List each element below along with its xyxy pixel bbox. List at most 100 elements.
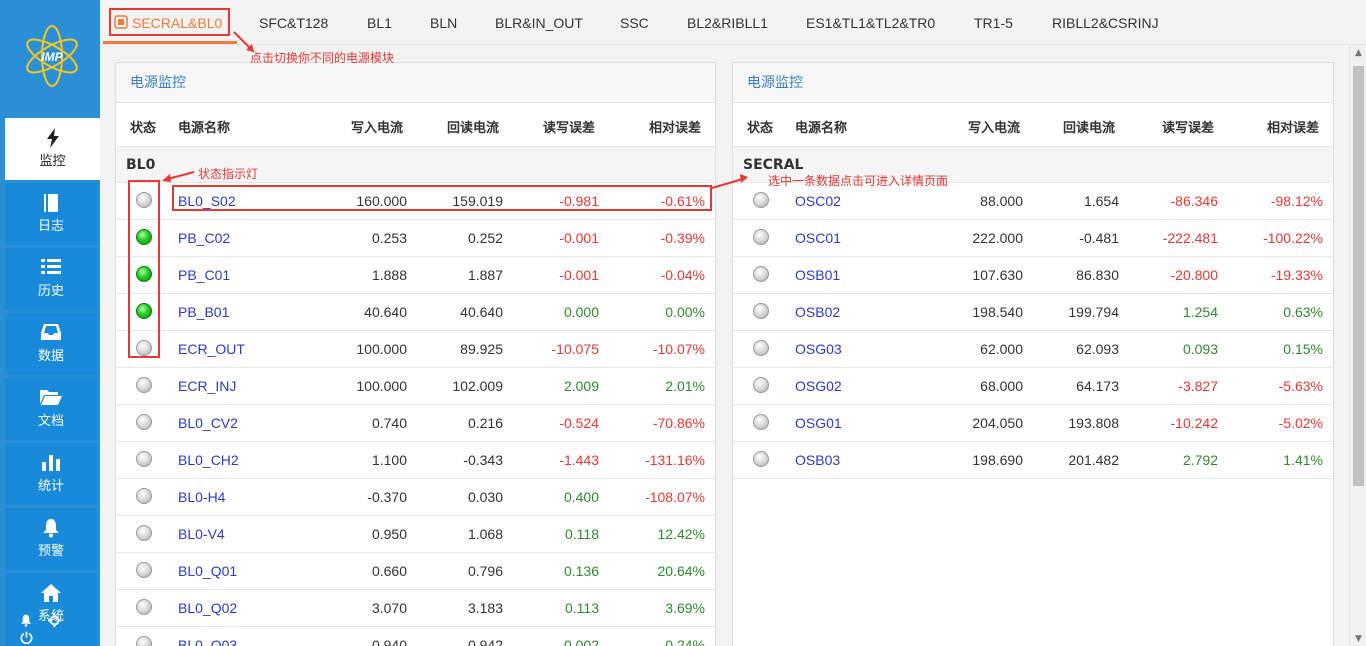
col-write: 写入电流	[351, 121, 404, 136]
nav-monitor[interactable]: 监控	[5, 118, 100, 180]
status-annotation-arrow	[162, 171, 195, 182]
table-row[interactable]: OSC01 222.000 -0.481 -222.481 -100.22%	[733, 220, 1333, 257]
sidebar-bottom-icons	[14, 614, 94, 645]
tab-bl2-ribll1[interactable]: BL2&RIBLL1	[687, 0, 768, 45]
nav-log[interactable]: 日志	[5, 183, 97, 245]
device-name-link[interactable]: BL0_Q03	[178, 637, 237, 646]
scroll-down-arrow[interactable]: ▼	[1354, 634, 1363, 644]
device-name-link[interactable]: OSC02	[795, 193, 841, 209]
table-row[interactable]: OSB03 198.690 201.482 2.792 1.41%	[733, 442, 1333, 479]
device-name-link[interactable]: OSG02	[795, 378, 842, 394]
bell-icon[interactable]	[14, 614, 38, 631]
col-readback: 回读电流	[447, 121, 500, 136]
write-current: 204.050	[972, 415, 1023, 431]
status-indicator-icon	[753, 192, 769, 208]
tab-bl1[interactable]: BL1	[367, 0, 392, 45]
gear-icon[interactable]	[42, 614, 66, 631]
device-name-link[interactable]: BL0_CH2	[178, 452, 239, 468]
table-row[interactable]: OSB01 107.630 86.830 -20.800 -19.33%	[733, 257, 1333, 294]
table-row[interactable]: PB_C01 1.888 1.887 -0.001 -0.04%	[116, 257, 715, 294]
write-current: 100.000	[356, 341, 407, 357]
nav-history[interactable]: 历史	[5, 248, 97, 310]
home-icon	[5, 573, 97, 602]
tab-es1-tl1-tl2-tr0[interactable]: ES1&TL1&TL2&TR0	[806, 0, 935, 45]
device-name-link[interactable]: OSG01	[795, 415, 842, 431]
rw-error: -0.001	[559, 267, 599, 283]
device-name-link[interactable]: BL0_Q01	[178, 563, 237, 579]
tab-sfc-t128[interactable]: SFC&T128	[259, 0, 328, 45]
device-name-link[interactable]: BL0-V4	[178, 526, 225, 542]
tab-highlight-box	[109, 8, 230, 36]
device-name-link[interactable]: OSG03	[795, 341, 842, 357]
readback-current: -0.481	[1079, 230, 1119, 246]
table-row[interactable]: BL0-V4 0.950 1.068 0.118 12.42%	[116, 516, 715, 553]
module-tabbar: SECRAL&BL0 SFC&T128 BL1 BLN BLR&IN_OUT S…	[100, 0, 1366, 45]
write-current: 222.000	[972, 230, 1023, 246]
device-name-link[interactable]: OSB01	[795, 267, 840, 283]
col-status: 状态	[747, 121, 774, 136]
row-hint-annotation: 选中一条数据点击可进入详情页面	[768, 174, 949, 188]
tab-ssc[interactable]: SSC	[620, 0, 649, 45]
status-indicator-icon	[136, 488, 152, 504]
relative-error: 3.69%	[665, 600, 705, 616]
relative-error: -10.07%	[652, 341, 705, 357]
status-indicator-icon	[753, 229, 769, 245]
device-name-link[interactable]: PB_C02	[178, 230, 230, 246]
page-scrollbar[interactable]: ▲ ▼	[1349, 46, 1366, 646]
nav-label: 历史	[37, 284, 64, 299]
nav-alerts[interactable]: 预警	[5, 508, 97, 570]
relative-error: -100.22%	[1263, 230, 1323, 246]
write-current: 1.100	[371, 452, 407, 468]
readback-current: 3.183	[467, 600, 503, 616]
power-icon[interactable]	[14, 631, 38, 646]
table-row[interactable]: BL0_Q01 0.660 0.796 0.136 20.64%	[116, 553, 715, 590]
table-row[interactable]: BL0_Q03 0.940 0.942 0.002 0.24%	[116, 627, 715, 646]
relative-error: 12.42%	[657, 526, 705, 542]
tab-tr1-5[interactable]: TR1-5	[974, 0, 1013, 45]
table-row[interactable]: OSG03 62.000 62.093 0.093 0.15%	[733, 331, 1333, 368]
logo-text: IMP	[41, 50, 63, 64]
status-indicator-icon	[136, 562, 152, 578]
rw-error: 0.000	[563, 304, 599, 320]
table-row[interactable]: OSG02 68.000 64.173 -3.827 -5.63%	[733, 368, 1333, 405]
table-row[interactable]: OSG01 204.050 193.808 -10.242 -5.02%	[733, 405, 1333, 442]
device-name-link[interactable]: BL0_CV2	[178, 415, 238, 431]
table-row[interactable]: PB_B01 40.640 40.640 0.000 0.00%	[116, 294, 715, 331]
device-name-link[interactable]: ECR_OUT	[178, 341, 245, 357]
right-monitor-panel: 电源监控 状态 电源名称 写入电流 回读电流 读写误差 相对误差 SECRAL …	[732, 62, 1334, 646]
device-name-link[interactable]: ECR_INJ	[178, 378, 236, 394]
device-name-link[interactable]: BL0-H4	[178, 489, 225, 505]
nav-docs[interactable]: 文档	[5, 378, 97, 440]
scroll-thumb[interactable]	[1353, 66, 1364, 486]
write-current: 198.540	[972, 304, 1023, 320]
rw-error: 0.136	[563, 563, 599, 579]
tab-ribll2-csrinj[interactable]: RIBLL2&CSRINJ	[1052, 0, 1159, 45]
table-row[interactable]: OSB02 198.540 199.794 1.254 0.63%	[733, 294, 1333, 331]
table-row[interactable]: BL0_CH2 1.100 -0.343 -1.443 -131.16%	[116, 442, 715, 479]
relative-error: 0.15%	[1283, 341, 1323, 357]
readback-current: 0.796	[467, 563, 503, 579]
right-table-body: OSC02 88.000 1.654 -86.346 -98.12% OSC01 222.0…	[733, 183, 1333, 479]
table-row[interactable]: BL0_Q02 3.070 3.183 0.113 3.69%	[116, 590, 715, 627]
device-name-link[interactable]: OSB03	[795, 452, 840, 468]
table-row[interactable]: BL0_CV2 0.740 0.216 -0.524 -70.86%	[116, 405, 715, 442]
device-name-link[interactable]: PB_B01	[178, 304, 229, 320]
device-name-link[interactable]: BL0_Q02	[178, 600, 237, 616]
scroll-up-arrow[interactable]: ▲	[1354, 48, 1363, 58]
relative-error: -5.63%	[1278, 378, 1323, 394]
status-indicator-icon	[753, 340, 769, 356]
group-label: SECRAL	[743, 157, 804, 173]
table-row[interactable]: PB_C02 0.253 0.252 -0.001 -0.39%	[116, 220, 715, 257]
status-indicator-icon	[136, 377, 152, 393]
nav-data[interactable]: 数据	[5, 313, 97, 375]
device-name-link[interactable]: OSB02	[795, 304, 840, 320]
tab-bln[interactable]: BLN	[430, 0, 457, 45]
nav-stats[interactable]: 统计	[5, 443, 97, 505]
device-name-link[interactable]: OSC01	[795, 230, 841, 246]
tab-blr-in-out[interactable]: BLR&IN_OUT	[495, 0, 583, 45]
device-name-link[interactable]: PB_C01	[178, 267, 230, 283]
status-indicator-icon	[136, 599, 152, 615]
table-row[interactable]: ECR_OUT 100.000 89.925 -10.075 -10.07%	[116, 331, 715, 368]
table-row[interactable]: ECR_INJ 100.000 102.009 2.009 2.01%	[116, 368, 715, 405]
table-row[interactable]: BL0-H4 -0.370 0.030 0.400 -108.07%	[116, 479, 715, 516]
